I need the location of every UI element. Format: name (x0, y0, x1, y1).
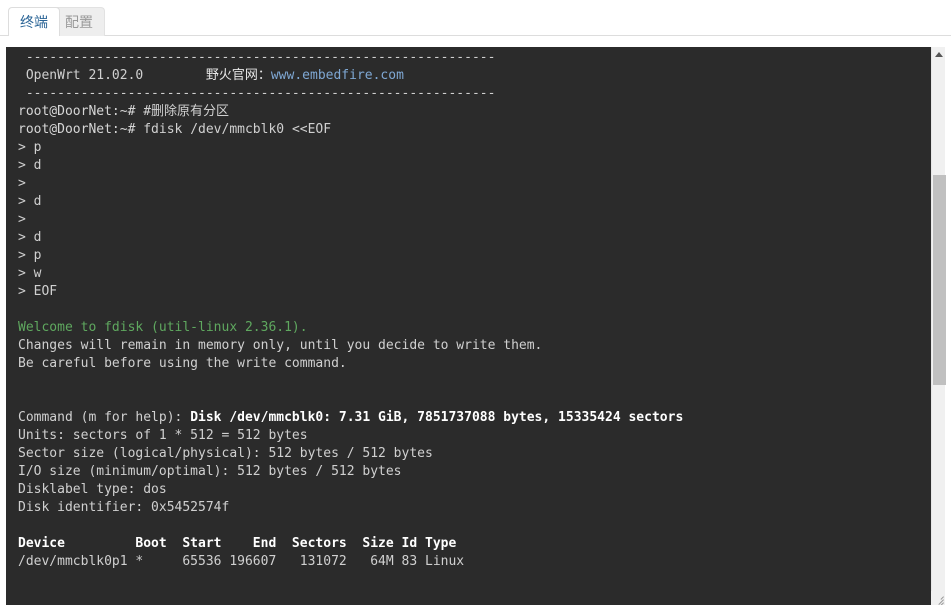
partition-table-header: Device Boot Start End Sectors Size Id Ty… (18, 536, 457, 551)
heredoc-input-line: > (18, 212, 34, 227)
banner-vendor-label: 野火官网： (205, 68, 271, 83)
scroll-up-arrow-icon[interactable] (932, 47, 946, 61)
terminal-line: Disklabel type: dos (18, 482, 167, 497)
fdisk-command-prompt: Command (m for help): (18, 410, 191, 425)
shell-prompt: root@DoorNet:~# (18, 104, 144, 119)
terminal-line: Units: sectors of 1 * 512 = 512 bytes (18, 428, 308, 443)
active-tab-underline-mask (9, 35, 52, 37)
terminal-panel[interactable]: ----------------------------------------… (6, 47, 946, 605)
terminal-line: Disk identifier: 0x5452574f (18, 500, 230, 515)
terminal-line: Command (m for help): Disk /dev/mmcblk0:… (18, 409, 683, 427)
terminal-lines: ----------------------------------------… (18, 49, 683, 571)
heredoc-input-line: > p (18, 140, 42, 155)
triangle-up-icon (935, 52, 943, 57)
heredoc-input-line: > d (18, 158, 42, 173)
terminal-line: root@DoorNet:~# #删除原有分区 (18, 103, 683, 121)
heredoc-input-line: > d (18, 194, 42, 209)
tab-config[interactable]: 配置 (53, 7, 105, 36)
heredoc-input-line: > (18, 176, 34, 191)
heredoc-input-line: > p (18, 248, 42, 263)
shell-prompt: root@DoorNet:~# (18, 122, 144, 137)
terminal-output[interactable]: ----------------------------------------… (6, 47, 931, 605)
scrollbar-thumb[interactable] (933, 175, 946, 385)
fdisk-welcome: Welcome to fdisk (util-linux 2.36.1). (18, 320, 308, 335)
banner-rule: ----------------------------------------… (18, 86, 496, 101)
tab-bar: 终端 配置 (0, 0, 951, 36)
terminal-line: Sector size (logical/physical): 512 byte… (18, 446, 433, 461)
shell-command: fdisk /dev/mmcblk0 <<EOF (143, 122, 332, 137)
terminal-line: OpenWrt 21.02.0 野火官网：www.embedfire.com (18, 67, 683, 85)
heredoc-input-line: > EOF (18, 284, 58, 299)
banner-vendor-url: www.embedfire.com (270, 68, 404, 83)
resize-grip-icon[interactable] (931, 591, 945, 605)
terminal-scrollbar[interactable] (931, 47, 946, 605)
terminal-line: Be careful before using the write comman… (18, 356, 347, 371)
terminal-line: root@DoorNet:~# fdisk /dev/mmcblk0 <<EOF (18, 121, 683, 139)
banner-distro: OpenWrt 21.02.0 (18, 68, 206, 83)
tab-terminal[interactable]: 终端 (8, 7, 60, 36)
heredoc-input-line: > d (18, 230, 42, 245)
terminal-line: I/O size (minimum/optimal): 512 bytes / … (18, 464, 402, 479)
disk-summary: Disk /dev/mmcblk0: 7.31 GiB, 7851737088 … (190, 410, 684, 425)
banner-rule: ----------------------------------------… (18, 50, 496, 65)
terminal-line: Changes will remain in memory only, unti… (18, 338, 543, 353)
terminal-line: /dev/mmcblk0p1 * 65536 196607 131072 64M… (18, 554, 465, 569)
shell-command: #删除原有分区 (143, 104, 230, 119)
page-bottom-spacer (0, 605, 951, 612)
heredoc-input-line: > w (18, 266, 42, 281)
